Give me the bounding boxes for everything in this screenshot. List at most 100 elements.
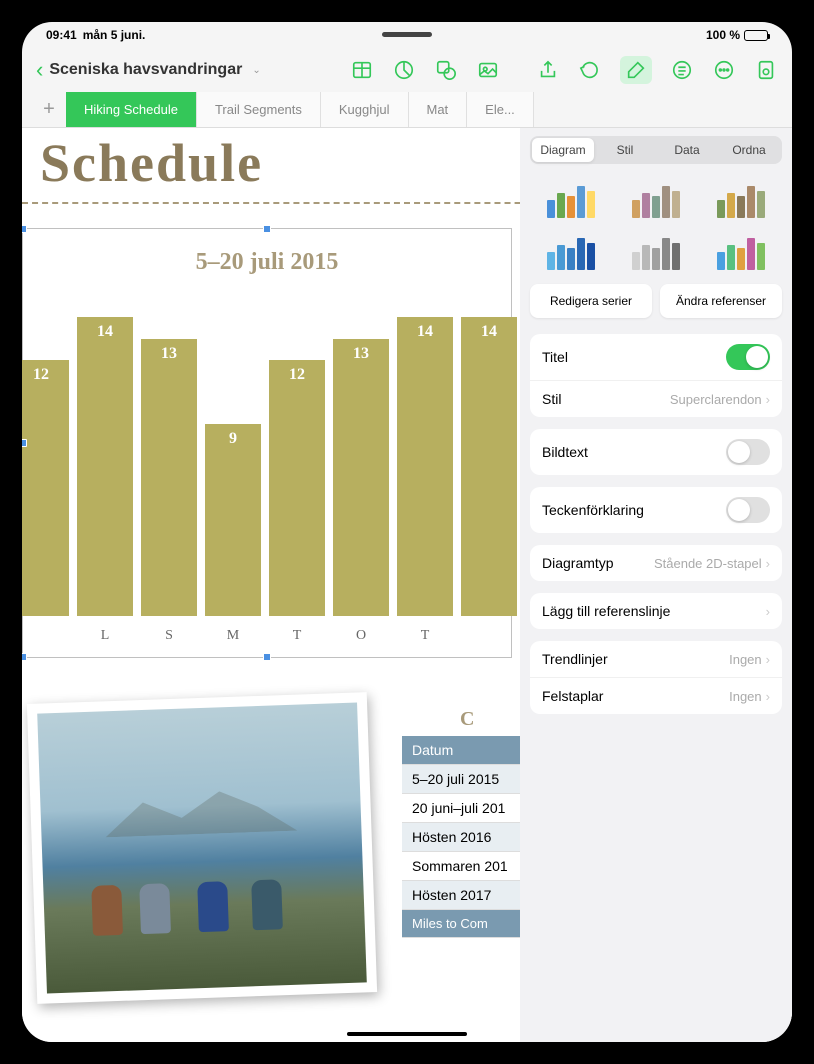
- bar-category-label: T: [269, 628, 325, 644]
- chevron-right-icon: ›: [766, 689, 770, 704]
- document-title[interactable]: Sceniska havsvandringar: [49, 61, 242, 79]
- option-label: Trendlinjer: [542, 651, 608, 667]
- bar-value: 13: [141, 345, 197, 363]
- option-label: Lägg till referenslinje: [542, 603, 670, 619]
- doc-menu-chevron-icon[interactable]: ⌄: [252, 65, 260, 76]
- bar-value: 9: [205, 430, 261, 448]
- bar-category-label: M: [205, 628, 261, 644]
- chart-bar: 14: [461, 317, 517, 616]
- chevron-right-icon: ›: [766, 652, 770, 667]
- option-label: Teckenförklaring: [542, 502, 644, 518]
- chart-title: 5–20 juli 2015: [23, 229, 511, 296]
- tab-trail-segments[interactable]: Trail Segments: [197, 92, 321, 127]
- option-label: Stil: [542, 391, 561, 407]
- option-label: Titel: [542, 349, 568, 365]
- chart-style-3[interactable]: [703, 178, 780, 222]
- bar-value: 12: [269, 366, 325, 384]
- tab-mat[interactable]: Mat: [409, 92, 468, 127]
- option-value: Superclarendon: [670, 392, 762, 407]
- status-date: mån 5 juni.: [83, 28, 146, 42]
- insert-chart-icon[interactable]: [392, 58, 416, 82]
- back-button[interactable]: ‹: [36, 57, 43, 83]
- insert-shape-icon[interactable]: [434, 58, 458, 82]
- organize-icon[interactable]: [670, 58, 694, 82]
- change-references-button[interactable]: Ändra referenser: [660, 284, 782, 318]
- sidebar-tab-diagram[interactable]: Diagram: [532, 138, 594, 162]
- insert-table-icon[interactable]: [350, 58, 374, 82]
- chart-style-grid: [520, 172, 792, 280]
- bar-value: 14: [77, 323, 133, 341]
- bar-value: 14: [397, 323, 453, 341]
- photo-figure: [91, 885, 123, 936]
- more-icon[interactable]: [712, 58, 736, 82]
- chart-style-1[interactable]: [532, 178, 609, 222]
- bar-category-label: O: [333, 628, 389, 644]
- selection-handle[interactable]: [22, 653, 27, 661]
- sidebar-tab-stil[interactable]: Stil: [594, 138, 656, 162]
- selection-handle[interactable]: [263, 653, 271, 661]
- option-legend[interactable]: Teckenförklaring: [530, 487, 782, 533]
- bar-category-label: L: [77, 628, 133, 644]
- bar-value: 13: [333, 345, 389, 363]
- share-icon[interactable]: [536, 58, 560, 82]
- page-title: Schedule: [40, 132, 263, 194]
- chart-bar: 12T: [269, 360, 325, 616]
- option-trendlines[interactable]: Trendlinjer Ingen ›: [530, 641, 782, 678]
- option-label: Bildtext: [542, 444, 588, 460]
- chart-style-4[interactable]: [532, 230, 609, 274]
- bar-category-label: S: [141, 628, 197, 644]
- chart-bar: 9M: [205, 424, 261, 616]
- photo-figure: [251, 879, 283, 930]
- tab-elevation[interactable]: Ele...: [467, 92, 534, 127]
- multitask-pill[interactable]: [382, 32, 432, 37]
- chart-bar: 13O: [333, 339, 389, 616]
- chevron-right-icon: ›: [766, 604, 770, 619]
- caption-toggle[interactable]: [726, 439, 770, 465]
- sheet-tabs: + Hiking Schedule Trail Segments Kugghju…: [22, 92, 792, 128]
- option-value: Ingen: [729, 652, 762, 667]
- chart-style-6[interactable]: [703, 230, 780, 274]
- home-indicator[interactable]: [347, 1032, 467, 1036]
- chevron-right-icon: ›: [766, 556, 770, 571]
- photo-image: [37, 703, 367, 994]
- option-label: Felstaplar: [542, 688, 603, 704]
- option-caption[interactable]: Bildtext: [530, 429, 782, 475]
- photo[interactable]: [27, 692, 377, 1004]
- selection-handle[interactable]: [22, 439, 27, 447]
- bar-value: 12: [22, 366, 69, 384]
- option-add-reference-line[interactable]: Lägg till referenslinje ›: [530, 593, 782, 629]
- legend-toggle[interactable]: [726, 497, 770, 523]
- format-brush-icon[interactable]: [620, 56, 652, 84]
- bar-value: 14: [461, 323, 517, 341]
- sidebar-tab-data[interactable]: Data: [656, 138, 718, 162]
- edit-series-button[interactable]: Redigera serier: [530, 284, 652, 318]
- bar-category-label: T: [397, 628, 453, 644]
- chart-plot-area: 1214L13S9M12T13O14T14: [33, 296, 501, 616]
- chart-bar: 14T: [397, 317, 453, 616]
- option-style[interactable]: Stil Superclarendon›: [530, 381, 782, 417]
- tab-hiking-schedule[interactable]: Hiking Schedule: [66, 92, 197, 127]
- option-chart-type[interactable]: Diagramtyp Stående 2D-stapel ›: [530, 545, 782, 581]
- sidebar-tab-ordna[interactable]: Ordna: [718, 138, 780, 162]
- tab-kugghjul[interactable]: Kugghjul: [321, 92, 409, 127]
- sidebar-tabs: Diagram Stil Data Ordna: [530, 136, 782, 164]
- insert-media-icon[interactable]: [476, 58, 500, 82]
- add-sheet-button[interactable]: +: [32, 92, 66, 127]
- selection-handle[interactable]: [22, 225, 27, 233]
- title-toggle[interactable]: [726, 344, 770, 370]
- status-time: 09:41: [46, 28, 77, 42]
- photo-figure: [197, 881, 229, 932]
- document-settings-icon[interactable]: [754, 58, 778, 82]
- option-error-bars[interactable]: Felstaplar Ingen ›: [530, 678, 782, 714]
- bar-chart[interactable]: 5–20 juli 2015 1214L13S9M12T13O14T14: [22, 228, 512, 658]
- chart-style-2[interactable]: [617, 178, 694, 222]
- option-title[interactable]: Titel: [530, 334, 782, 381]
- format-sidebar: Diagram Stil Data Ordna Redigera serier …: [520, 128, 792, 1042]
- undo-icon[interactable]: [578, 58, 602, 82]
- chart-style-5[interactable]: [617, 230, 694, 274]
- table-title-partial: C: [460, 708, 474, 731]
- option-value: Stående 2D-stapel: [654, 556, 762, 571]
- selection-handle[interactable]: [263, 225, 271, 233]
- option-label: Diagramtyp: [542, 555, 614, 571]
- option-value: Ingen: [729, 689, 762, 704]
